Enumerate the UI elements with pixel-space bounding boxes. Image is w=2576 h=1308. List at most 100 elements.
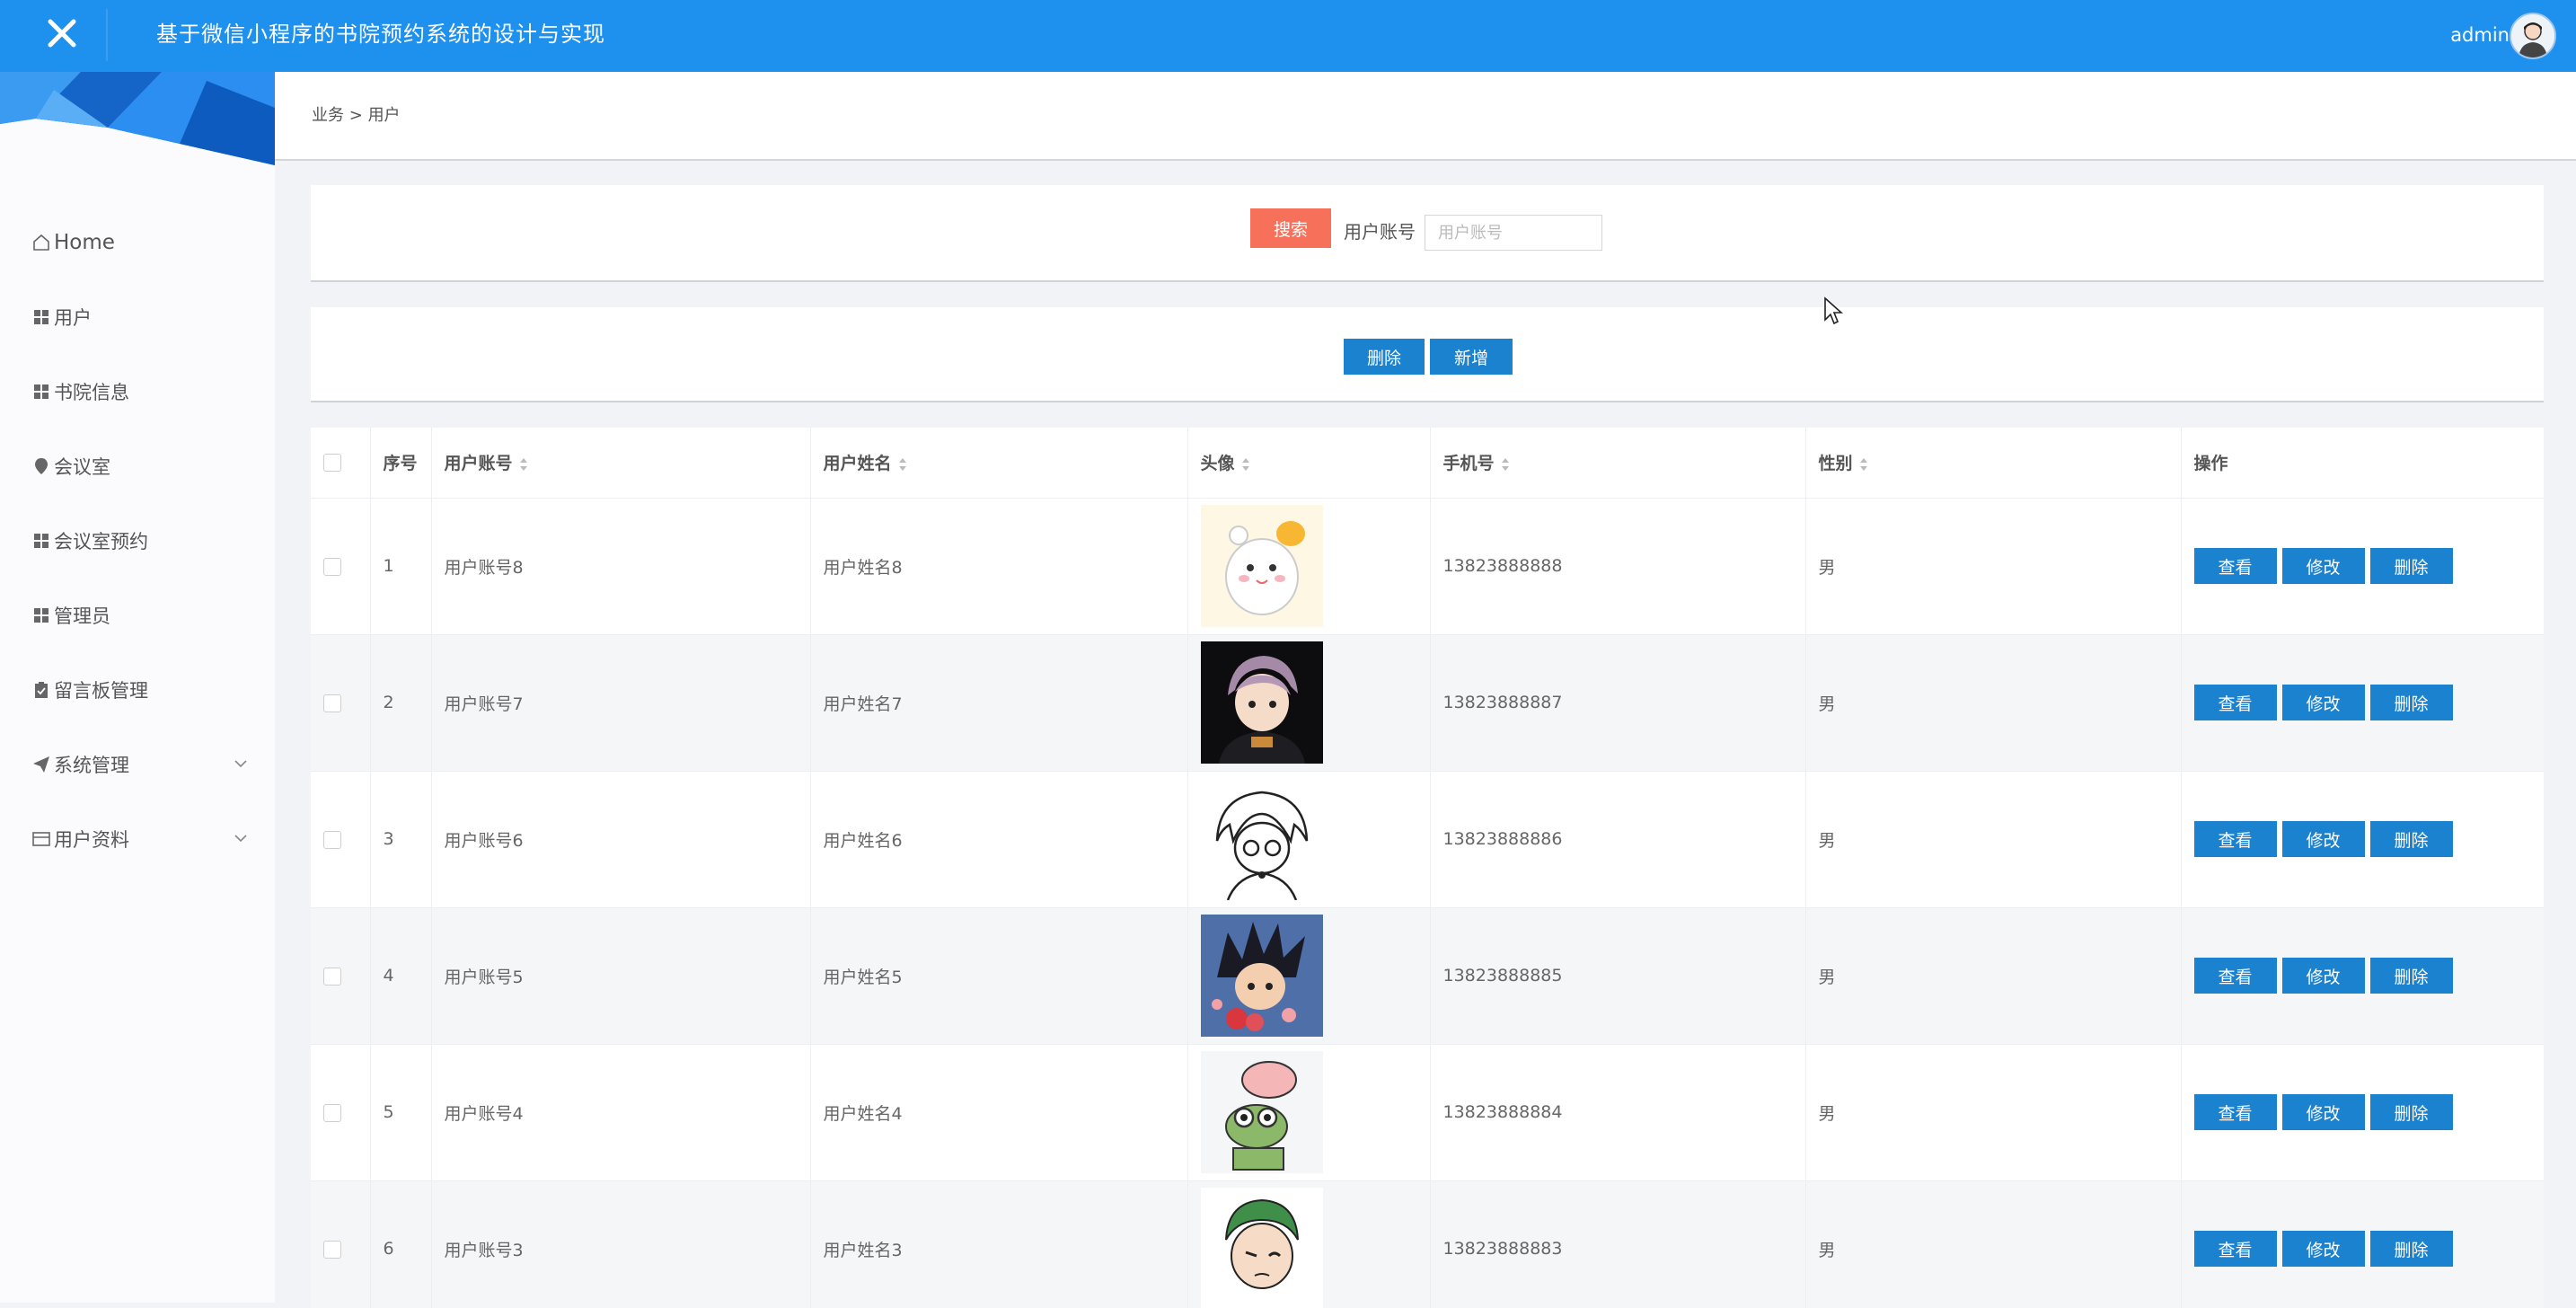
search-button[interactable]: 搜索: [1250, 208, 1331, 248]
row-select-cell: [311, 1180, 371, 1308]
cell-phone: 13823888888: [1430, 497, 1806, 634]
sort-icon[interactable]: [1500, 456, 1511, 473]
cell-name: 用户姓名5: [810, 906, 1188, 1044]
user-avatar[interactable]: [2510, 13, 2556, 59]
sidebar-banner: [0, 72, 275, 165]
cell-gender: 男: [1805, 497, 2182, 634]
delete-button[interactable]: 删除: [2369, 548, 2453, 584]
sidebar-item-admins[interactable]: 管理员: [0, 578, 275, 652]
row-select-cell: [311, 497, 371, 634]
sidebar-item-message-board[interactable]: 留言板管理: [0, 652, 275, 727]
delete-button[interactable]: 删除: [2369, 1231, 2453, 1268]
sidebar-item-users[interactable]: 用户: [0, 279, 275, 354]
cell-actions: 查看 修改 删除: [2181, 1043, 2544, 1180]
search-input[interactable]: [1425, 215, 1602, 251]
send-icon: [32, 756, 50, 773]
edit-button[interactable]: 修改: [2281, 685, 2365, 720]
view-button[interactable]: 查看: [2193, 548, 2277, 584]
cell-actions: 查看 修改 删除: [2181, 906, 2544, 1044]
row-select-cell: [311, 770, 371, 907]
delete-button[interactable]: 删除: [2369, 685, 2453, 720]
col-account[interactable]: 用户账号: [431, 428, 811, 498]
cell-account: 用户账号6: [431, 770, 811, 907]
delete-button[interactable]: 删除: [2369, 1094, 2453, 1130]
row-checkbox[interactable]: [323, 1103, 341, 1122]
row-checkbox[interactable]: [323, 967, 341, 985]
anime-boy-dark-avatar: [1200, 641, 1323, 764]
cell-index: 3: [370, 770, 432, 907]
col-label: 用户账号: [444, 454, 513, 474]
sort-icon[interactable]: [1858, 456, 1869, 473]
row-checkbox[interactable]: [323, 694, 341, 712]
table-row: 3 用户账号6 用户姓名6 13823888886 男 查看 修改 删除: [311, 770, 2544, 907]
table-row: 5 用户账号4 用户姓名4 13823888884 男 查看 修改 删除: [311, 1043, 2544, 1180]
breadcrumb-bar: 业务 > 用户: [275, 72, 2576, 161]
delete-button[interactable]: 删除: [2369, 958, 2453, 994]
batch-delete-button[interactable]: 删除: [1344, 339, 1425, 375]
cell-phone: 13823888885: [1430, 906, 1806, 1044]
add-button[interactable]: 新增: [1430, 339, 1513, 375]
edit-button[interactable]: 修改: [2281, 548, 2365, 584]
frog-pig-avatar: [1200, 1051, 1323, 1173]
edit-button[interactable]: 修改: [2281, 1231, 2365, 1268]
sidebar-item-meeting-booking[interactable]: 会议室预约: [0, 503, 275, 578]
cell-name: 用户姓名3: [810, 1180, 1188, 1308]
row-select-cell: [311, 906, 371, 1044]
cell-gender: 男: [1805, 770, 2182, 907]
cell-gender: 男: [1805, 633, 2182, 771]
cell-gender: 男: [1805, 906, 2182, 1044]
sidebar-item-user-profile[interactable]: 用户资料: [0, 801, 275, 876]
cell-index: 2: [370, 633, 432, 771]
sidebar-item-label: 留言板管理: [54, 679, 148, 702]
sort-icon[interactable]: [1240, 456, 1251, 473]
edit-button[interactable]: 修改: [2281, 821, 2365, 857]
sidebar-item-academy-info[interactable]: 书院信息: [0, 354, 275, 429]
mouse-cursor-icon: [1824, 296, 1843, 325]
home-icon: [32, 234, 50, 252]
cell-name: 用户姓名6: [810, 770, 1188, 907]
col-name[interactable]: 用户姓名: [810, 428, 1188, 498]
breadcrumb: 业务 > 用户: [312, 102, 401, 126]
select-all-checkbox[interactable]: [323, 454, 341, 473]
view-button[interactable]: 查看: [2193, 1231, 2277, 1268]
breadcrumb-parent[interactable]: 业务: [312, 106, 344, 125]
cell-phone: 13823888886: [1430, 770, 1806, 907]
cell-account: 用户账号4: [431, 1043, 811, 1180]
view-button[interactable]: 查看: [2193, 821, 2277, 857]
cell-actions: 查看 修改 删除: [2181, 770, 2544, 907]
row-select-cell: [311, 1043, 371, 1180]
sidebar-item-label: 管理员: [54, 605, 110, 627]
cell-phone: 13823888883: [1430, 1180, 1806, 1308]
edit-button[interactable]: 修改: [2281, 958, 2365, 994]
cell-account: 用户账号3: [431, 1180, 811, 1308]
col-gender[interactable]: 性别: [1805, 428, 2182, 498]
users-table: 序号 用户账号 用户姓名 头像 手机号 性别 操作 1 用户账号8 用户姓名8: [311, 428, 2544, 1308]
edit-button[interactable]: 修改: [2281, 1094, 2365, 1130]
pin-icon: [32, 457, 50, 475]
sidebar-item-label: 会议室预约: [54, 530, 148, 552]
cell-index: 1: [370, 497, 432, 634]
row-checkbox[interactable]: [323, 830, 341, 849]
sidebar-item-home[interactable]: Home: [0, 205, 275, 279]
cell-phone: 13823888887: [1430, 633, 1806, 771]
sort-icon[interactable]: [897, 456, 908, 473]
table-row: 1 用户账号8 用户姓名8 13823888888 男 查看 修改 删除: [311, 497, 2544, 634]
view-button[interactable]: 查看: [2193, 958, 2277, 994]
sort-icon[interactable]: [518, 456, 529, 473]
close-icon[interactable]: [40, 11, 84, 56]
row-checkbox[interactable]: [323, 1240, 341, 1259]
cell-index: 5: [370, 1043, 432, 1180]
col-avatar[interactable]: 头像: [1187, 428, 1431, 498]
chevron-down-icon: [232, 829, 250, 847]
cell-name: 用户姓名8: [810, 497, 1188, 634]
sidebar-item-label: 会议室: [54, 455, 110, 478]
sidebar-item-system[interactable]: 系统管理: [0, 727, 275, 801]
view-button[interactable]: 查看: [2193, 685, 2277, 720]
col-phone[interactable]: 手机号: [1430, 428, 1806, 498]
view-button[interactable]: 查看: [2193, 1094, 2277, 1130]
row-checkbox[interactable]: [323, 557, 341, 576]
username[interactable]: admin: [2450, 20, 2510, 50]
delete-button[interactable]: 删除: [2369, 821, 2453, 857]
green-hair-avatar: [1200, 1188, 1323, 1308]
sidebar-item-meeting-room[interactable]: 会议室: [0, 429, 275, 503]
